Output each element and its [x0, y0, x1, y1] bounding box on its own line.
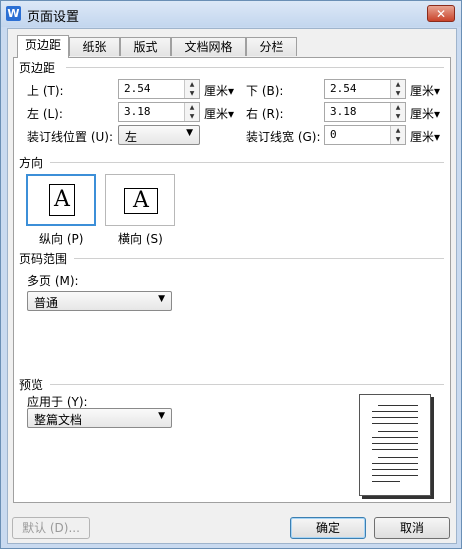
- preview-line: [372, 463, 418, 464]
- page-preview: [359, 394, 431, 496]
- dialog-title: 页面设置: [27, 10, 80, 25]
- portrait-page-icon: A: [49, 184, 75, 216]
- gutter-width-input[interactable]: 0 ▲ ▼: [324, 125, 406, 145]
- preview-line: [378, 405, 418, 406]
- chevron-down-icon: ▼: [158, 411, 165, 421]
- spin-down-icon[interactable]: ▼: [391, 112, 405, 121]
- title-bar: W 页面设置 ✕: [1, 1, 461, 27]
- tab-margins[interactable]: 页边距: [17, 35, 69, 58]
- right-margin-spinner[interactable]: ▲ ▼: [390, 103, 405, 121]
- preview-section-title: 预览: [19, 378, 44, 392]
- gutter-position-select[interactable]: 左 ▼: [118, 125, 200, 145]
- spin-down-icon[interactable]: ▼: [185, 89, 199, 98]
- page-setup-dialog: W 页面设置 ✕ 页边距 纸张 版式 文档网格 分栏 页边距 上 (T): 2.…: [0, 0, 462, 549]
- preview-line: [372, 417, 418, 418]
- tab-paper[interactable]: 纸张: [69, 37, 120, 56]
- bottom-margin-spinner[interactable]: ▲ ▼: [390, 80, 405, 98]
- preview-line: [378, 431, 418, 432]
- landscape-page-icon: A: [124, 188, 158, 214]
- wps-writer-icon: W: [6, 6, 21, 21]
- portrait-label[interactable]: 纵向 (P): [39, 230, 83, 247]
- multiple-pages-label: 多页 (M):: [27, 274, 79, 288]
- spin-down-icon[interactable]: ▼: [391, 89, 405, 98]
- orientation-section-title: 方向: [19, 156, 44, 170]
- spin-down-icon[interactable]: ▼: [391, 135, 405, 144]
- default-button[interactable]: 默认 (D)...: [12, 517, 90, 539]
- gutter-width-spinner[interactable]: ▲ ▼: [390, 126, 405, 144]
- cancel-button[interactable]: 取消: [374, 517, 450, 539]
- preview-line: [372, 469, 418, 470]
- tab-columns[interactable]: 分栏: [246, 37, 297, 56]
- spin-down-icon[interactable]: ▼: [185, 112, 199, 121]
- right-margin-label: 右 (R):: [246, 107, 284, 121]
- gutter-position-label: 装订线位置 (U):: [27, 130, 114, 144]
- left-margin-spinner[interactable]: ▲ ▼: [184, 103, 199, 121]
- preview-line: [372, 481, 400, 482]
- preview-line: [372, 443, 418, 444]
- right-margin-unit[interactable]: 厘米▾: [410, 105, 440, 122]
- preview-line: [372, 449, 418, 450]
- top-margin-value: 2.54: [124, 82, 151, 95]
- left-margin-unit[interactable]: 厘米▾: [204, 105, 234, 122]
- page-range-divider: [74, 258, 444, 259]
- preview-line: [378, 457, 418, 458]
- bottom-margin-unit[interactable]: 厘米▾: [410, 82, 440, 99]
- right-margin-input[interactable]: 3.18 ▲ ▼: [324, 102, 406, 122]
- dialog-body: 页边距 纸张 版式 文档网格 分栏 页边距 上 (T): 2.54 ▲ ▼ 厘米▾…: [7, 28, 457, 544]
- spin-up-icon[interactable]: ▲: [185, 80, 199, 89]
- chevron-down-icon: ▼: [158, 294, 165, 304]
- spin-up-icon[interactable]: ▲: [391, 80, 405, 89]
- preview-line: [372, 411, 418, 412]
- multiple-pages-value: 普通: [34, 296, 59, 310]
- spin-up-icon[interactable]: ▲: [185, 103, 199, 112]
- bottom-margin-label: 下 (B):: [246, 84, 284, 98]
- apply-to-select[interactable]: 整篇文档 ▼: [27, 408, 172, 428]
- tab-layout[interactable]: 版式: [120, 37, 171, 56]
- gutter-width-label: 装订线宽 (G):: [246, 130, 321, 144]
- top-margin-label: 上 (T):: [27, 84, 64, 98]
- preview-line: [372, 423, 418, 424]
- multiple-pages-select[interactable]: 普通 ▼: [27, 291, 172, 311]
- left-margin-label: 左 (L):: [27, 107, 63, 121]
- spin-up-icon[interactable]: ▲: [391, 126, 405, 135]
- close-icon: ✕: [435, 7, 447, 21]
- margins-tab-panel: 页边距 上 (T): 2.54 ▲ ▼ 厘米▾ 下 (B): 2.54 ▲ ▼ 厘米…: [13, 57, 451, 503]
- left-margin-input[interactable]: 3.18 ▲ ▼: [118, 102, 200, 122]
- top-margin-unit[interactable]: 厘米▾: [204, 82, 234, 99]
- bottom-margin-input[interactable]: 2.54 ▲ ▼: [324, 79, 406, 99]
- margins-section-title: 页边距: [19, 61, 56, 75]
- ok-button[interactable]: 确定: [290, 517, 366, 539]
- bottom-margin-value: 2.54: [330, 82, 357, 95]
- preview-line: [372, 437, 418, 438]
- gutter-position-value: 左: [125, 130, 138, 144]
- right-margin-value: 3.18: [330, 105, 357, 118]
- page-range-section-title: 页码范围: [19, 252, 68, 266]
- left-margin-value: 3.18: [124, 105, 151, 118]
- gutter-width-value: 0: [330, 128, 337, 141]
- tab-document-grid[interactable]: 文档网格: [171, 37, 246, 56]
- apply-to-value: 整篇文档: [34, 413, 83, 427]
- landscape-label[interactable]: 横向 (S): [118, 230, 163, 247]
- gutter-width-unit[interactable]: 厘米▾: [410, 128, 440, 145]
- preview-line: [372, 475, 418, 476]
- close-button[interactable]: ✕: [427, 5, 455, 22]
- portrait-option[interactable]: A: [26, 174, 96, 226]
- top-margin-spinner[interactable]: ▲ ▼: [184, 80, 199, 98]
- margins-divider: [66, 67, 444, 68]
- chevron-down-icon: ▼: [186, 128, 193, 138]
- orientation-divider: [50, 162, 444, 163]
- spin-up-icon[interactable]: ▲: [391, 103, 405, 112]
- preview-divider: [50, 384, 444, 385]
- landscape-option[interactable]: A: [105, 174, 175, 226]
- top-margin-input[interactable]: 2.54 ▲ ▼: [118, 79, 200, 99]
